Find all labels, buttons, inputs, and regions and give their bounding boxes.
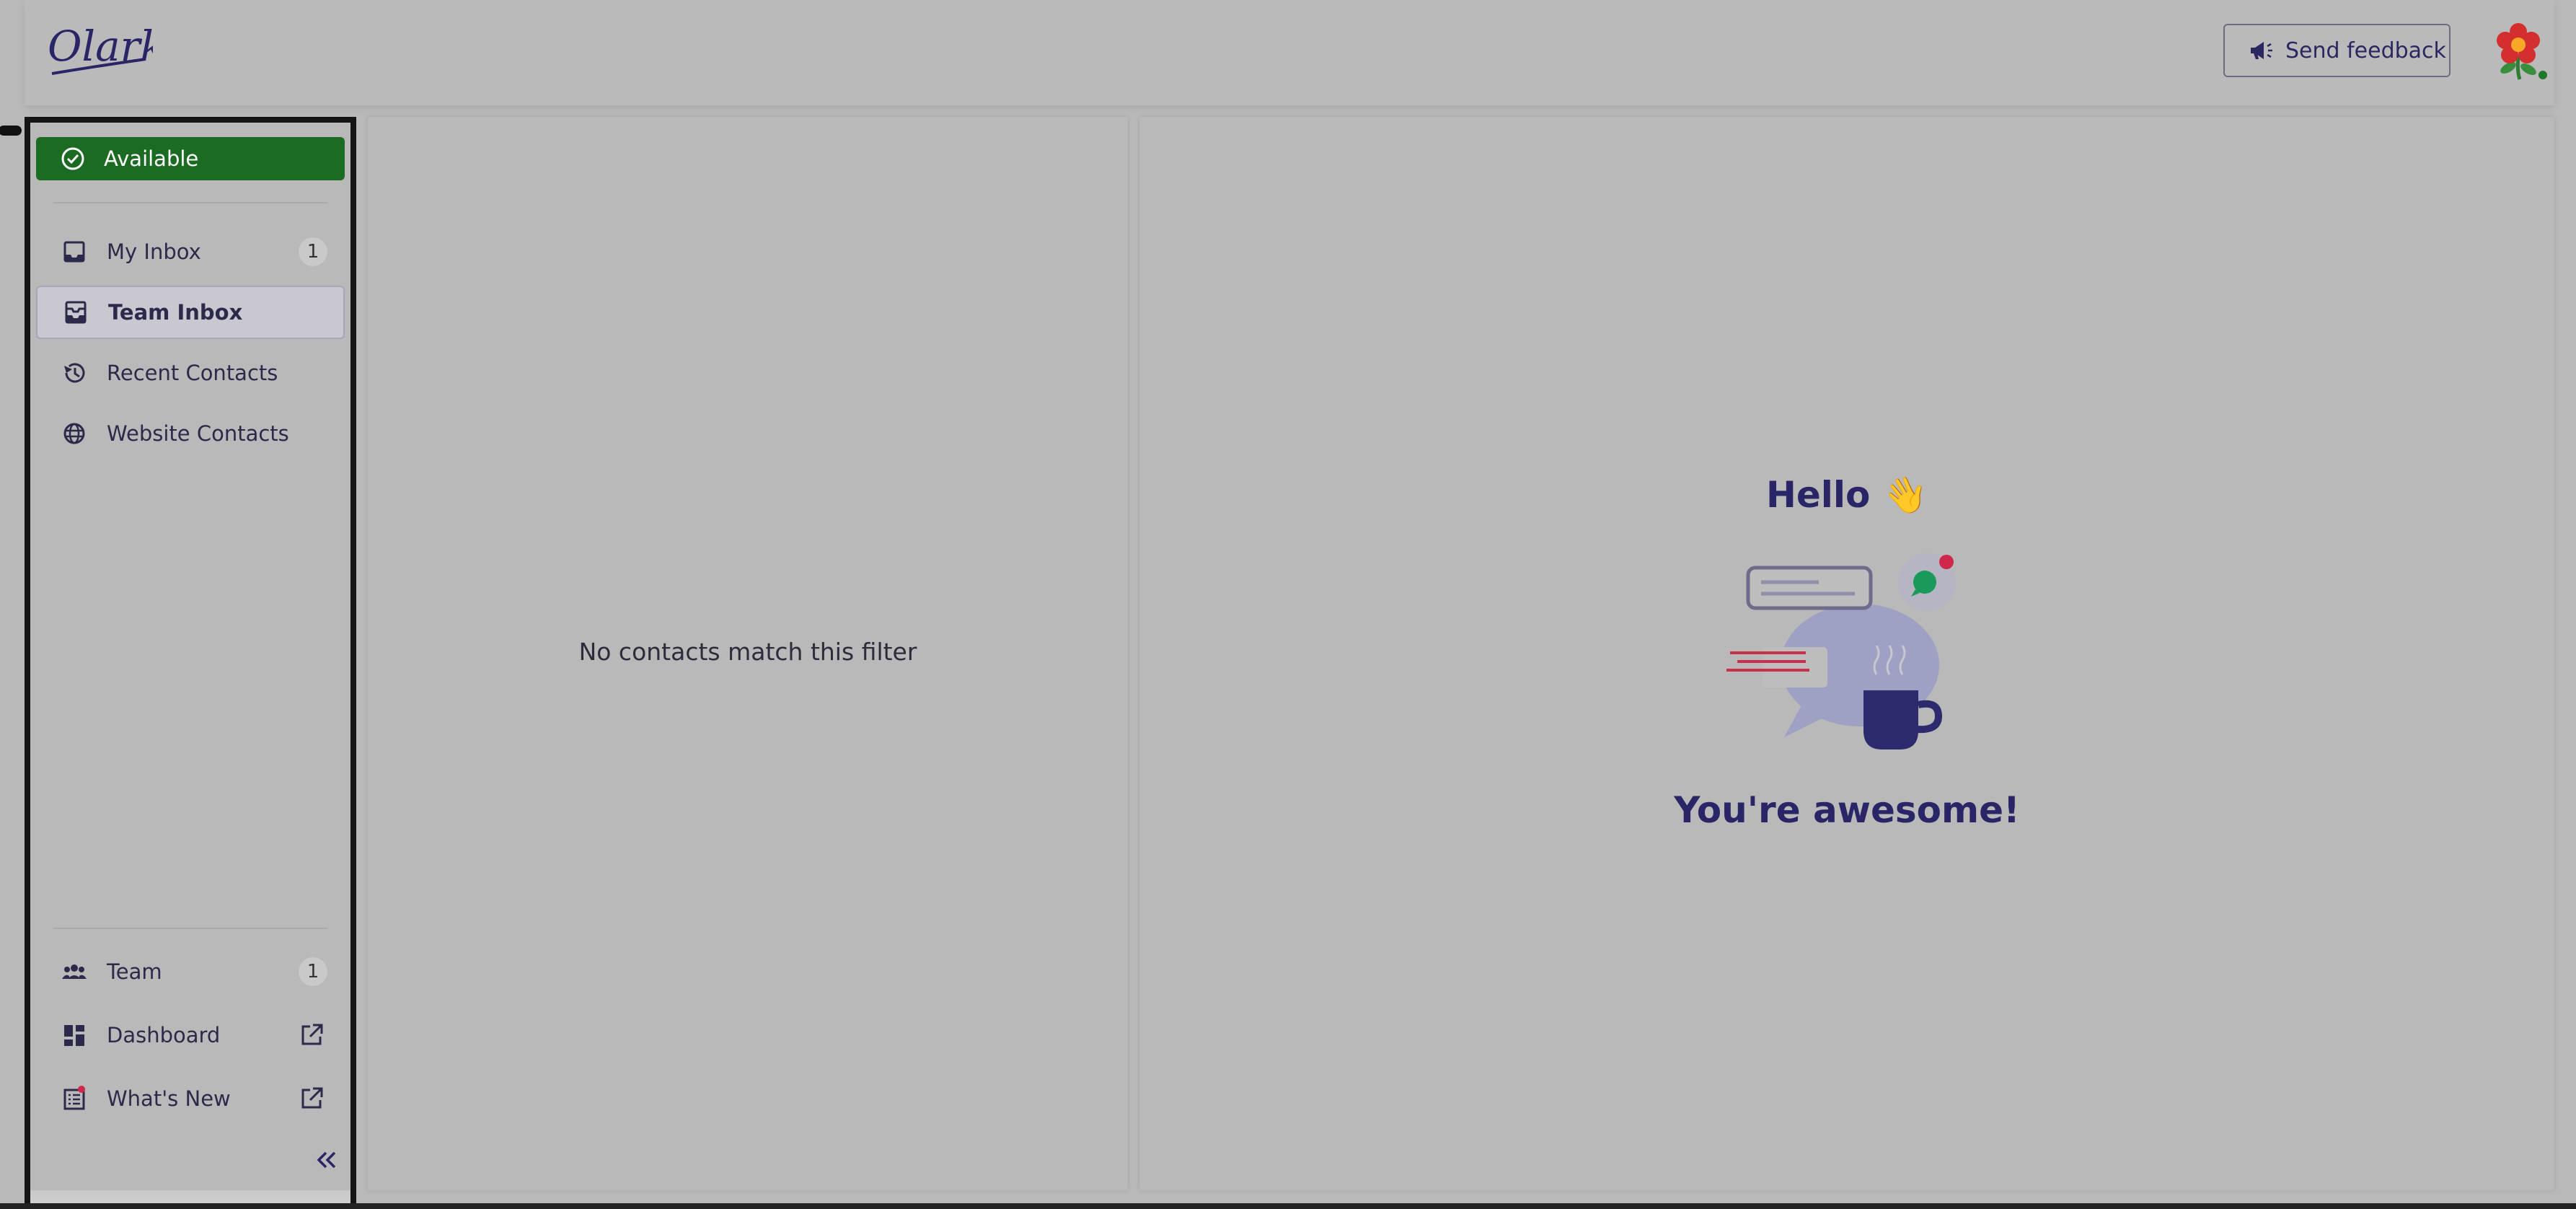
- hello-greeting: Hello 👋: [1139, 474, 2554, 516]
- sidebar-item-website-contacts[interactable]: Website Contacts: [36, 407, 345, 460]
- sidebar-item-team[interactable]: Team 1: [36, 945, 345, 998]
- globe-icon: [61, 420, 88, 447]
- availability-status-button[interactable]: Available: [36, 137, 345, 180]
- check-circle-icon: [61, 146, 85, 171]
- sidebar: Available My Inbox 1 Team Inbox Recent C…: [25, 117, 356, 1209]
- top-header: Olark Send feedback: [25, 0, 2554, 105]
- sidebar-item-label: Dashboard: [107, 1023, 220, 1047]
- empty-contacts-message: No contacts match this filter: [368, 638, 1128, 666]
- unread-count-badge: 1: [299, 237, 327, 266]
- sidebar-item-label: What's New: [107, 1086, 231, 1111]
- user-avatar[interactable]: [2488, 20, 2549, 81]
- external-link-icon: [299, 1022, 325, 1048]
- external-link-icon: [299, 1086, 325, 1112]
- resize-handle[interactable]: [0, 126, 22, 136]
- send-feedback-label: Send feedback: [2285, 38, 2446, 63]
- sidebar-item-label: My Inbox: [107, 239, 201, 264]
- sidebar-item-my-inbox[interactable]: My Inbox 1: [36, 225, 345, 278]
- history-icon: [61, 359, 88, 387]
- awesome-tagline: You're awesome!: [1139, 789, 2554, 831]
- sidebar-item-label: Team Inbox: [108, 300, 242, 325]
- team-count-badge: 1: [299, 957, 327, 986]
- dashboard-icon: [61, 1021, 88, 1049]
- sidebar-item-label: Team: [107, 959, 162, 984]
- chat-coffee-illustration: [1726, 553, 1986, 755]
- send-feedback-button[interactable]: Send feedback: [2223, 24, 2451, 77]
- contacts-list-panel: No contacts match this filter: [368, 117, 1128, 1190]
- sidebar-divider: [53, 202, 327, 203]
- sidebar-item-dashboard[interactable]: Dashboard: [36, 1008, 345, 1062]
- logo-text: Olark: [48, 22, 153, 71]
- window-bottom-edge: [0, 1203, 2576, 1209]
- availability-status-label: Available: [104, 146, 198, 171]
- olark-logo[interactable]: Olark: [45, 16, 153, 85]
- conversation-panel: Hello 👋 You're awesome!: [1139, 117, 2554, 1190]
- sidebar-item-whats-new[interactable]: What's New: [36, 1072, 345, 1125]
- sidebar-item-team-inbox[interactable]: Team Inbox: [36, 286, 345, 339]
- collapse-sidebar-icon[interactable]: [313, 1147, 339, 1173]
- sidebar-item-label: Recent Contacts: [107, 361, 278, 385]
- inbox-icon: [61, 238, 88, 265]
- megaphone-icon: [2248, 39, 2274, 62]
- sidebar-divider: [53, 928, 327, 929]
- team-inbox-icon: [62, 299, 89, 326]
- news-list-icon: [61, 1085, 88, 1112]
- sidebar-item-label: Website Contacts: [107, 421, 289, 446]
- team-people-icon: [61, 958, 88, 985]
- sidebar-item-recent-contacts[interactable]: Recent Contacts: [36, 346, 345, 400]
